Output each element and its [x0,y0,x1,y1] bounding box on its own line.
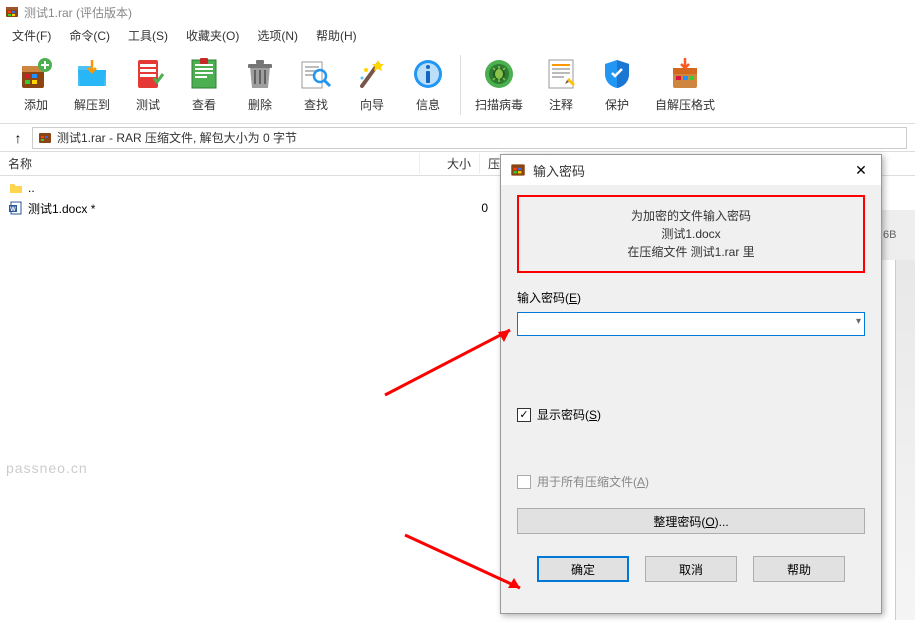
col-size[interactable]: 大小 [420,153,480,174]
dialog-title: 输入密码 [533,161,585,180]
wizard-button[interactable]: 向导 [344,52,400,117]
svg-text:W: W [10,207,16,213]
path-text: 测试1.rar - RAR 压缩文件, 解包大小为 0 字节 [57,129,297,146]
all-archives-checkbox: 用于所有压缩文件(A) [517,473,865,490]
path-bar: ↑ 测试1.rar - RAR 压缩文件, 解包大小为 0 字节 [0,124,915,152]
comment-icon [543,56,579,92]
password-input[interactable] [517,312,865,336]
menu-help[interactable]: 帮助(H) [308,25,365,46]
self-extract-icon [667,56,703,92]
protect-icon [599,56,635,92]
scan-icon [481,56,517,92]
window-title: 测试1.rar (评估版本) [24,4,132,21]
extract-icon [74,56,110,92]
docx-icon: W [8,200,24,216]
delete-button[interactable]: 删除 [232,52,288,117]
protect-button[interactable]: 保护 [589,52,645,117]
extract-button[interactable]: 解压到 [64,52,120,117]
menu-bar: 文件(F) 命令(C) 工具(S) 收藏夹(O) 选项(N) 帮助(H) [0,24,915,46]
password-label: 输入密码(E) [517,289,865,306]
title-bar: 测试1.rar (评估版本) [0,0,915,24]
view-icon [186,56,222,92]
find-icon [298,56,334,92]
checkbox-unchecked-icon [517,475,531,489]
menu-tools[interactable]: 工具(S) [120,25,176,46]
ok-button[interactable]: 确定 [537,556,629,582]
help-button[interactable]: 帮助 [753,556,845,582]
path-field[interactable]: 测试1.rar - RAR 压缩文件, 解包大小为 0 字节 [32,127,907,149]
winrar-icon [4,4,20,20]
menu-file[interactable]: 文件(F) [4,25,59,46]
toolbar: 添加 解压到 测试 查看 删除 查找 向导 信息 扫描病毒 注释 保护 [0,46,915,124]
info-icon [410,56,446,92]
find-button[interactable]: 查找 [288,52,344,117]
menu-options[interactable]: 选项(N) [249,25,306,46]
info-line-3: 在压缩文件 测试1.rar 里 [529,243,853,261]
menu-favorites[interactable]: 收藏夹(O) [178,25,247,46]
menu-command[interactable]: 命令(C) [61,25,118,46]
dialog-buttons: 确定 取消 帮助 [501,544,881,594]
add-icon [18,56,54,92]
info-line-1: 为加密的文件输入密码 [529,207,853,225]
scrollbar[interactable] [895,260,915,620]
add-button[interactable]: 添加 [8,52,64,117]
archive-icon [37,130,53,146]
scan-button[interactable]: 扫描病毒 [465,52,533,117]
organize-passwords-button[interactable]: 整理密码(O)... [517,508,865,534]
test-button[interactable]: 测试 [120,52,176,117]
toolbar-divider [460,55,461,115]
folder-up-icon [8,180,24,196]
winrar-icon [509,161,527,179]
watermark: passneo.cn [6,460,88,476]
password-dialog: 输入密码 ✕ 为加密的文件输入密码 测试1.docx 在压缩文件 测试1.rar… [500,154,882,614]
wizard-icon [354,56,390,92]
info-box: 为加密的文件输入密码 测试1.docx 在压缩文件 测试1.rar 里 [517,195,865,273]
info-line-2: 测试1.docx [529,225,853,243]
info-button[interactable]: 信息 [400,52,456,117]
col-name[interactable]: 名称 [0,153,420,174]
dialog-title-bar: 输入密码 ✕ [501,155,881,185]
show-password-checkbox[interactable]: ✓ 显示密码(S) [517,406,865,423]
close-button[interactable]: ✕ [849,158,873,182]
right-edge-text: 6B [880,210,915,260]
comment-button[interactable]: 注释 [533,52,589,117]
self-extract-button[interactable]: 自解压格式 [645,52,725,117]
test-icon [130,56,166,92]
delete-icon [242,56,278,92]
view-button[interactable]: 查看 [176,52,232,117]
cancel-button[interactable]: 取消 [645,556,737,582]
checkbox-checked-icon: ✓ [517,408,531,422]
up-button[interactable]: ↑ [8,128,28,148]
